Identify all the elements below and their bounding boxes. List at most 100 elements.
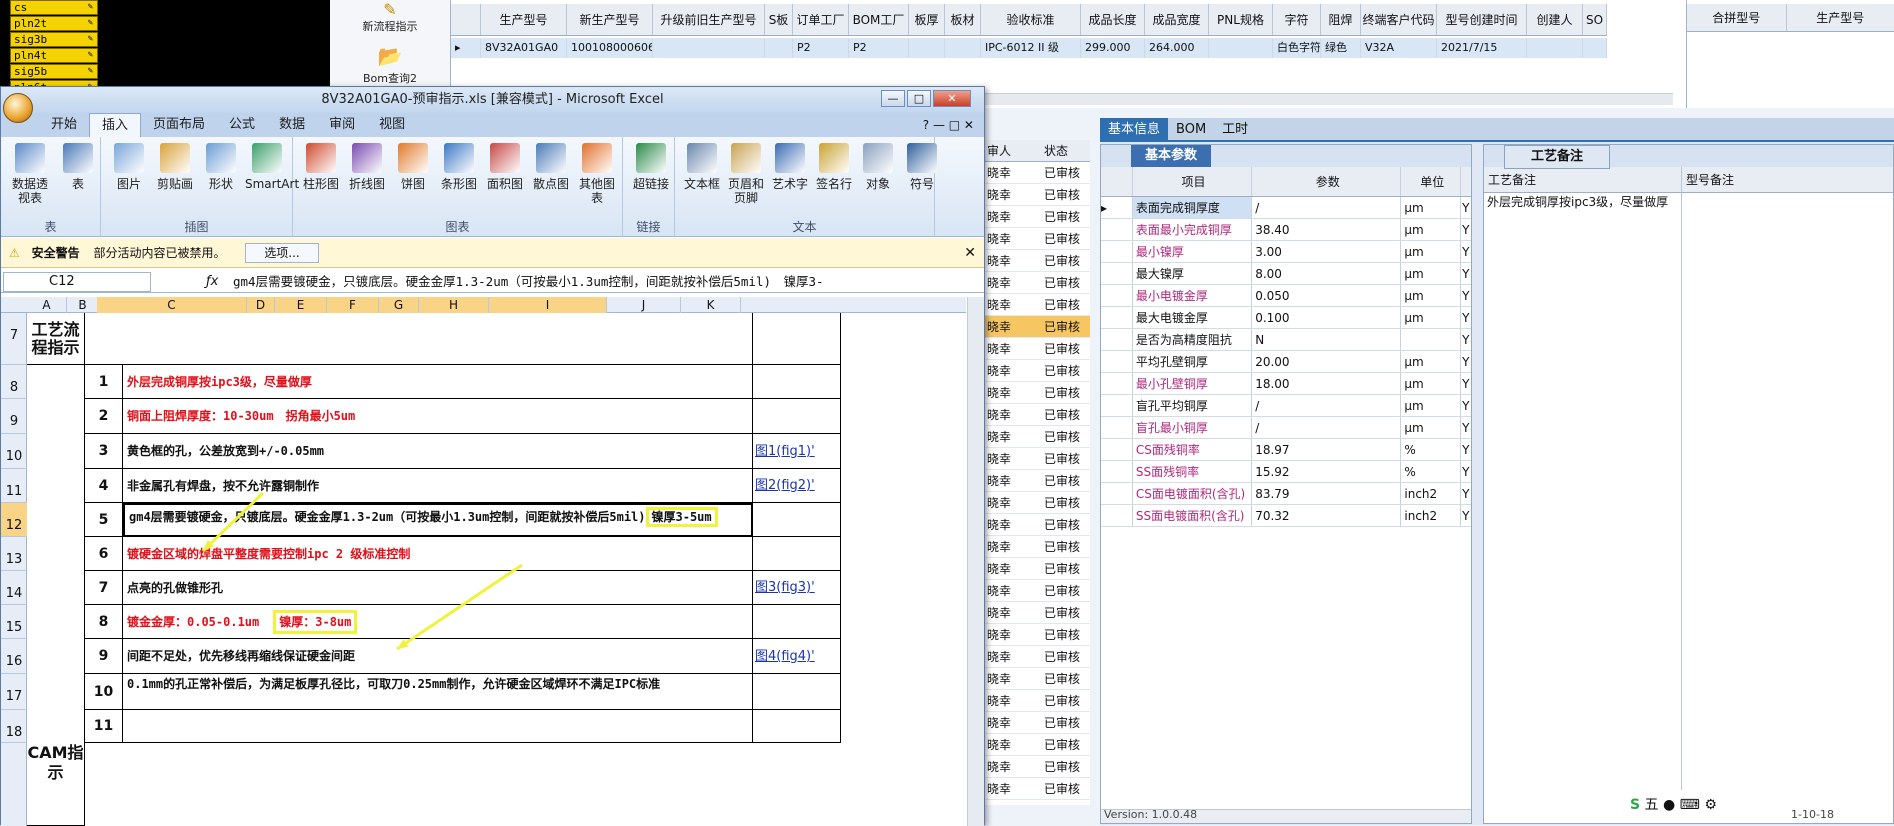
column-header[interactable]: 型号创建时间 [1437, 4, 1527, 35]
instruction-cell[interactable]: 铜面上阻焊厚度：10-30um 拐角最小5um [123, 399, 753, 434]
row-header[interactable]: 8 [1, 365, 27, 399]
row-number-cell[interactable]: 1 [85, 365, 123, 399]
row-number-cell[interactable]: 7 [85, 571, 123, 605]
figure-link[interactable] [753, 674, 841, 710]
section-cam[interactable]: CAM指示 [27, 365, 85, 826]
layer-item[interactable]: pln4t ✎ [10, 48, 98, 63]
ribbon-tab[interactable]: 开始 [39, 113, 89, 137]
section-process-flow[interactable]: 工艺流程指示 [27, 313, 85, 365]
ribbon-button[interactable]: 艺术字 [769, 143, 811, 191]
row-number-cell[interactable]: 3 [85, 434, 123, 469]
row-number-cell[interactable]: 5 [85, 503, 123, 537]
row-header[interactable]: 7 [1, 313, 27, 365]
list-item[interactable]: 晓幸 已审核 [985, 426, 1090, 448]
ribbon-tab[interactable]: 页面布局 [141, 113, 217, 137]
column-header[interactable]: I [489, 297, 607, 313]
table-row[interactable]: ▸8V32A01GA010010800060648 P2P2 IPC-6012 II… [451, 38, 1607, 58]
column-header[interactable]: J [607, 297, 681, 313]
row-header[interactable]: 9 [1, 399, 27, 434]
table-cell[interactable] [1583, 38, 1607, 58]
column-header[interactable]: 阻焊 [1321, 4, 1361, 35]
list-item[interactable]: 晓幸 已审核 [985, 646, 1090, 668]
table-cell[interactable] [1209, 38, 1273, 58]
row-number-cell[interactable]: 8 [85, 605, 123, 639]
instruction-cell[interactable]: 镀金金厚：0.05-0.1um 镍厚：3-8um [123, 605, 753, 639]
column-header[interactable]: E [275, 297, 327, 313]
minimize-button[interactable]: — [881, 90, 905, 107]
ribbon-button[interactable]: 形状 [199, 143, 243, 191]
ribbon-button[interactable]: 符号 [901, 143, 943, 191]
ribbon-button[interactable]: 图片 [107, 143, 151, 191]
column-header[interactable]: B [67, 297, 99, 313]
ribbon-controls[interactable]: ? — □ ✕ [923, 113, 974, 137]
table-cell[interactable]: P2 [793, 38, 849, 58]
close-icon[interactable]: ✕ [964, 238, 976, 268]
column-header[interactable]: 创建人 [1527, 4, 1583, 35]
param-value[interactable]: 0.050 [1252, 285, 1402, 306]
list-item[interactable]: 晓幸 已审核 [985, 558, 1090, 580]
table-cell[interactable]: IPC-6012 II 级 [981, 38, 1081, 58]
list-item[interactable]: 晓幸 已审核 [985, 250, 1090, 272]
table-cell[interactable]: 264.000 [1145, 38, 1209, 58]
ribbon-button[interactable]: 数据透视表 [7, 143, 53, 205]
layer-item[interactable]: pln2t ✎ [10, 16, 98, 31]
param-value[interactable]: 8.00 [1252, 263, 1402, 284]
layer-item[interactable]: sig5b ✎ [10, 64, 98, 79]
table-cell[interactable]: 绿色 [1321, 38, 1361, 58]
layer-item[interactable]: sig3b ✎ [10, 32, 98, 47]
row-number-cell[interactable]: 10 [85, 674, 123, 710]
list-item[interactable]: 晓幸 已审核 [985, 206, 1090, 228]
column-header[interactable]: S板 [765, 4, 793, 35]
column-header[interactable]: F [327, 297, 379, 313]
param-value[interactable]: 15.92 [1252, 461, 1402, 482]
list-item[interactable]: 晓幸 已审核 [985, 734, 1090, 756]
param-value[interactable]: 0.100 [1252, 307, 1402, 328]
column-header[interactable]: 新生产型号 [567, 4, 653, 35]
table-cell[interactable]: 白色字符 [1273, 38, 1321, 58]
param-value[interactable]: 38.40 [1252, 219, 1402, 240]
ribbon-button[interactable]: 折线图 [345, 143, 389, 191]
table-cell[interactable]: V32A [1361, 38, 1437, 58]
param-value[interactable]: / [1252, 417, 1402, 438]
ribbon-tab[interactable]: 数据 [267, 113, 317, 137]
ribbon-tab[interactable]: 公式 [217, 113, 267, 137]
table-cell[interactable]: 299.000 [1081, 38, 1145, 58]
figure-link[interactable]: 图4(fig4)' [753, 639, 841, 674]
list-item[interactable]: 晓幸 已审核 [985, 624, 1090, 646]
list-item[interactable]: 晓幸 已审核 [985, 492, 1090, 514]
column-header[interactable]: 终端客户代码 [1361, 4, 1437, 35]
list-item[interactable]: 晓幸 已审核 [985, 404, 1090, 426]
formula-input[interactable]: gm4层需要镀硬金，只镀底层。硬金金厚1.3-2um（可按最小1.3um控制，间… [233, 271, 953, 293]
figure-link[interactable] [753, 605, 841, 639]
tab-bom[interactable]: BOM [1168, 118, 1214, 140]
list-item[interactable]: 晓幸 已审核 [985, 294, 1090, 316]
param-value[interactable]: 18.00 [1252, 373, 1402, 394]
column-header[interactable]: 字符 [1273, 4, 1321, 35]
list-item[interactable]: 晓幸 已审核 [985, 184, 1090, 206]
row-header[interactable]: 12 [1, 503, 27, 537]
list-item[interactable]: 晓幸 已审核 [985, 668, 1090, 690]
figure-link[interactable] [753, 710, 841, 743]
figure-link[interactable]: 图3(fig3)' [753, 571, 841, 605]
ime-toolbar[interactable]: S 五 ● ⌨ ⚙ [1620, 790, 1790, 820]
figure-link[interactable] [753, 537, 841, 571]
ribbon-button[interactable]: 对象 [857, 143, 899, 191]
list-item[interactable]: 晓幸 已审核 [985, 602, 1090, 624]
figure-link[interactable]: 图2(fig2)' [753, 469, 841, 503]
row-header[interactable]: 17 [1, 674, 27, 710]
figure-link[interactable] [753, 365, 841, 399]
table-row[interactable]: 是否为高精度阻抗 N Y [1101, 329, 1471, 351]
list-item[interactable]: 晓幸 已审核 [985, 756, 1090, 778]
column-header[interactable]: 订单工厂 [793, 4, 849, 35]
list-item[interactable]: 晓幸 已审核 [985, 470, 1090, 492]
function-icon[interactable]: ƒx [206, 271, 218, 293]
new-flow-button[interactable]: 新流程指示 [330, 18, 450, 34]
table-row[interactable]: 最小电镀金厚 0.050 μm Y [1101, 285, 1471, 307]
row-number-cell[interactable]: 6 [85, 537, 123, 571]
ribbon-button[interactable]: 表 [55, 143, 101, 191]
ribbon-button[interactable]: 其他图表 [575, 143, 619, 205]
ribbon-button[interactable]: 页眉和页脚 [725, 143, 767, 205]
tab-basic-info[interactable]: 基本信息 [1100, 118, 1169, 140]
bom-query-button[interactable]: Bom查询2 [330, 70, 450, 86]
instruction-cell[interactable]: 镀硬金区域的焊盘平整度需要控制ipc 2 级标准控制 [123, 537, 753, 571]
